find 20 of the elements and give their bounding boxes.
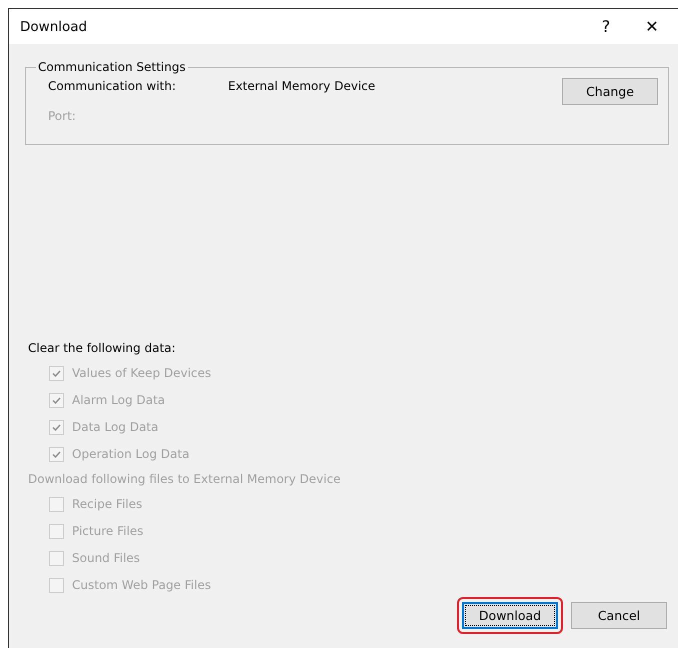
group-title: Communication Settings bbox=[36, 59, 188, 75]
checkbox-label: Values of Keep Devices bbox=[72, 365, 212, 382]
checkbox-label: Sound Files bbox=[72, 550, 140, 567]
checkbox-label: Alarm Log Data bbox=[72, 392, 166, 409]
field-value: External Memory Device bbox=[228, 78, 376, 95]
checkbox-label: Recipe Files bbox=[72, 496, 142, 513]
help-button[interactable]: ? bbox=[586, 9, 626, 44]
change-button[interactable]: Change bbox=[562, 78, 658, 105]
checkbox-label: Custom Web Page Files bbox=[72, 577, 211, 594]
section-label: Download following files to External Memory Device bbox=[28, 471, 342, 488]
checkbox-label: Data Log Data bbox=[72, 419, 158, 436]
dialog-button[interactable]: Download bbox=[462, 602, 558, 629]
checkbox-label: Operation Log Data bbox=[72, 446, 190, 463]
section-label: Clear the following data: bbox=[28, 340, 177, 357]
field-label: Communication with: bbox=[48, 78, 177, 95]
window-title: Download bbox=[20, 18, 88, 34]
field-label: Port: bbox=[48, 108, 77, 125]
dialog-button[interactable]: Cancel bbox=[571, 602, 667, 629]
close-button[interactable]: ✕ bbox=[626, 9, 678, 44]
checkbox-label: Picture Files bbox=[72, 523, 144, 540]
